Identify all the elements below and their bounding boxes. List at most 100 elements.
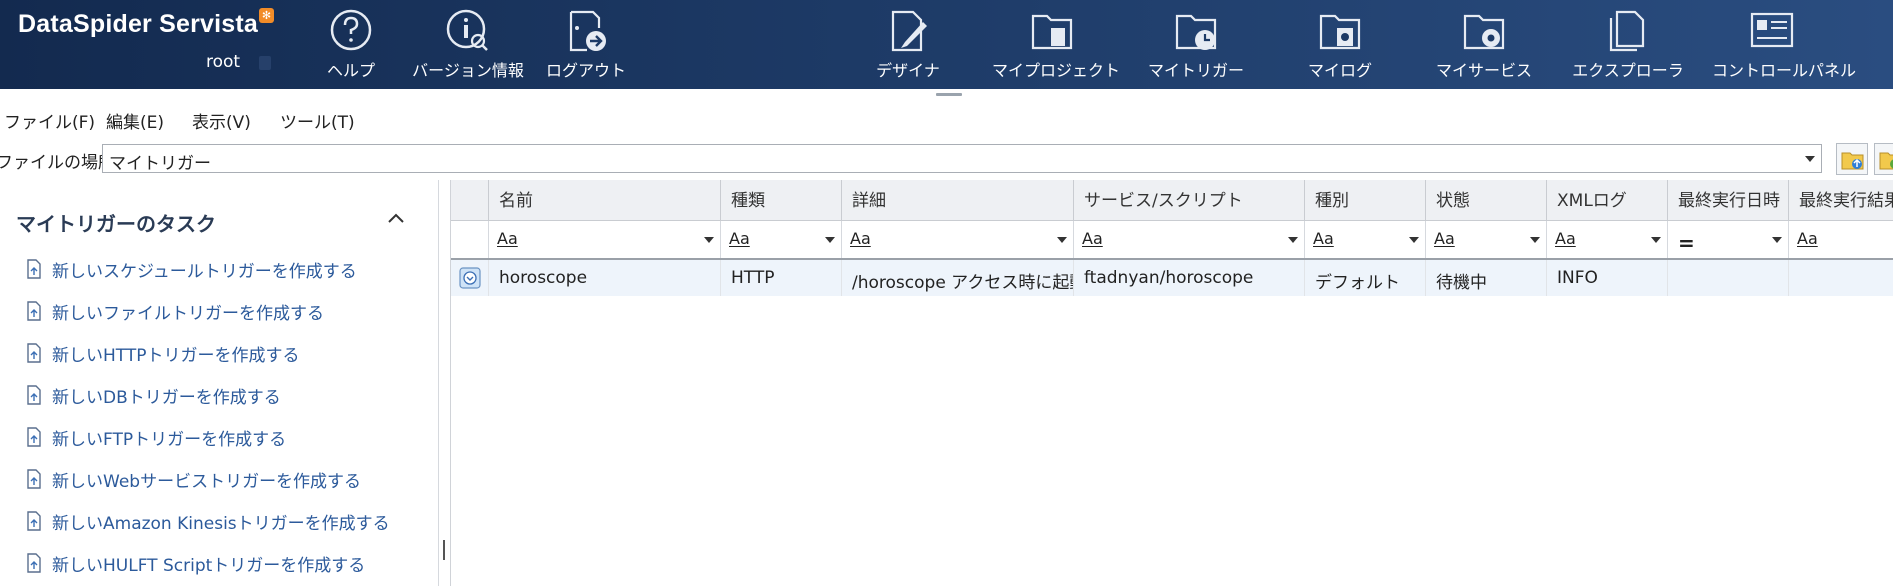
explorer-label: エクスプローラ: [1572, 61, 1684, 80]
location-label: ファイルの場所: [0, 153, 115, 173]
cell-last-result: [1789, 260, 1893, 296]
column-header-kind[interactable]: 種別: [1305, 180, 1426, 220]
task-label: 新しいHULFT Scriptトリガーを作成する: [52, 556, 366, 576]
text-filter-icon: Aa: [497, 229, 518, 248]
chevron-down-icon: [1772, 237, 1782, 243]
control-panel-button[interactable]: コントロールパネル: [1712, 8, 1857, 82]
new-trigger-icon: [27, 511, 41, 531]
my-trigger-icon: [1175, 14, 1217, 50]
explorer-icon: [1609, 10, 1645, 52]
table-header: 名前 種類 詳細 サービス/スクリプト 種別 状態 XMLログ 最終実行日時 最…: [451, 180, 1893, 221]
task-label: 新しいHTTPトリガーを作成する: [52, 346, 300, 366]
chevron-down-icon: [825, 237, 835, 243]
menu-view[interactable]: 表示(V): [192, 108, 251, 133]
my-service-icon: [1463, 14, 1505, 50]
control-panel-label: コントロールパネル: [1712, 61, 1857, 80]
my-trigger-label: マイトリガー: [1147, 61, 1244, 80]
text-filter-icon: Aa: [850, 229, 871, 248]
designer-icon: [891, 10, 927, 52]
filter-last-result[interactable]: Aa: [1789, 221, 1893, 258]
help-label: ヘルプ: [326, 61, 375, 80]
trigger-icon: [459, 267, 481, 289]
folder-new-button[interactable]: [1874, 143, 1893, 175]
column-header-xml-log[interactable]: XMLログ: [1547, 180, 1668, 220]
help-button[interactable]: ヘルプ: [291, 8, 411, 82]
task-label: 新しいFTPトリガーを作成する: [52, 430, 287, 450]
my-project-button[interactable]: マイプロジェクト: [992, 8, 1120, 82]
header-resize-grip[interactable]: [936, 93, 962, 96]
location-bar: ファイルの場所 マイトリガー: [0, 141, 1893, 177]
help-icon: [330, 9, 372, 51]
text-filter-icon: Aa: [1555, 229, 1576, 248]
chevron-down-icon: [1530, 237, 1540, 243]
filter-name[interactable]: Aa: [489, 221, 721, 258]
current-user: root: [206, 52, 241, 72]
cell-name: horoscope: [489, 260, 721, 296]
my-service-label: マイサービス: [1435, 61, 1532, 80]
table-row[interactable]: horoscope HTTP /horoscope アクセス時に起動 ftadn…: [451, 260, 1893, 296]
new-trigger-icon: [27, 301, 41, 321]
control-panel-icon: [1750, 12, 1794, 48]
my-trigger-button[interactable]: マイトリガー: [1136, 8, 1256, 82]
new-trigger-icon: [27, 343, 41, 363]
filter-service[interactable]: Aa: [1074, 221, 1305, 258]
task-panel-title: マイトリガーのタスク: [16, 212, 216, 236]
menu-edit[interactable]: 編集(E): [106, 108, 164, 133]
filter-kind[interactable]: Aa: [1305, 221, 1426, 258]
cell-state: 待機中: [1426, 260, 1547, 296]
filter-detail[interactable]: Aa: [842, 221, 1074, 258]
menu-bar: ファイル(F) 編集(E) 表示(V) ツール(T): [0, 104, 1893, 133]
column-header-last-result[interactable]: 最終実行結果: [1789, 180, 1893, 220]
filter-state[interactable]: Aa: [1426, 221, 1547, 258]
designer-label: デザイナ: [876, 61, 940, 80]
column-header-detail[interactable]: 詳細: [842, 180, 1074, 220]
column-header-name[interactable]: 名前: [489, 180, 721, 220]
new-trigger-icon: [27, 469, 41, 489]
folder-new-icon: [1879, 152, 1893, 170]
my-service-button[interactable]: マイサービス: [1424, 8, 1544, 82]
filter-row: Aa Aa Aa Aa Aa Aa Aa = Aa: [451, 221, 1893, 260]
version-info-label: バージョン情報: [412, 61, 524, 80]
version-info-button[interactable]: バージョン情報: [408, 8, 528, 82]
text-filter-icon: Aa: [1313, 229, 1334, 248]
filter-type[interactable]: Aa: [721, 221, 842, 258]
filter-last-run[interactable]: =: [1668, 221, 1789, 258]
folder-up-button[interactable]: [1836, 143, 1868, 175]
location-select[interactable]: マイトリガー: [102, 144, 1822, 174]
column-header-service[interactable]: サービス/スクリプト: [1074, 180, 1305, 220]
task-panel: マイトリガーのタスク 新しいスケジュールトリガーを作成する 新しいファイルトリガ…: [0, 180, 439, 586]
text-filter-icon: Aa: [1797, 229, 1818, 248]
cell-xml-log: INFO: [1547, 260, 1668, 296]
menu-tools[interactable]: ツール(T): [280, 108, 355, 133]
column-header-state[interactable]: 状態: [1426, 180, 1547, 220]
cell-type: HTTP: [721, 260, 842, 296]
task-label: 新しいWebサービストリガーを作成する: [52, 472, 362, 492]
filter-spacer: [451, 221, 489, 258]
cell-detail: /horoscope アクセス時に起動: [842, 260, 1074, 296]
panel-splitter[interactable]: [443, 540, 445, 560]
designer-button[interactable]: デザイナ: [848, 8, 968, 82]
location-value: マイトリガー: [109, 154, 211, 174]
chevron-up-icon[interactable]: [386, 210, 406, 226]
logout-button[interactable]: ログアウト: [526, 8, 646, 82]
task-label: 新しいスケジュールトリガーを作成する: [52, 262, 357, 282]
column-header-type[interactable]: 種類: [721, 180, 842, 220]
user-status-icon: [259, 56, 271, 70]
task-label: 新しいAmazon Kinesisトリガーを作成する: [52, 514, 390, 534]
explorer-button[interactable]: エクスプローラ: [1568, 8, 1688, 82]
text-filter-icon: Aa: [1082, 229, 1103, 248]
chevron-down-icon: [1805, 156, 1815, 162]
new-trigger-icon: [27, 553, 41, 573]
cell-kind: デフォルト: [1305, 260, 1426, 296]
task-label: 新しいDBトリガーを作成する: [52, 388, 281, 408]
text-filter-icon: Aa: [729, 229, 750, 248]
my-log-label: マイログ: [1307, 61, 1372, 80]
row-icon-cell: [451, 260, 489, 296]
my-log-button[interactable]: マイログ: [1280, 8, 1400, 82]
equals-filter-icon: =: [1678, 231, 1695, 255]
column-header-last-run[interactable]: 最終実行日時: [1668, 180, 1789, 220]
filter-xml-log[interactable]: Aa: [1547, 221, 1668, 258]
my-project-icon: [1031, 14, 1073, 50]
menu-file[interactable]: ファイル(F): [4, 108, 95, 133]
logout-icon: [569, 10, 606, 52]
